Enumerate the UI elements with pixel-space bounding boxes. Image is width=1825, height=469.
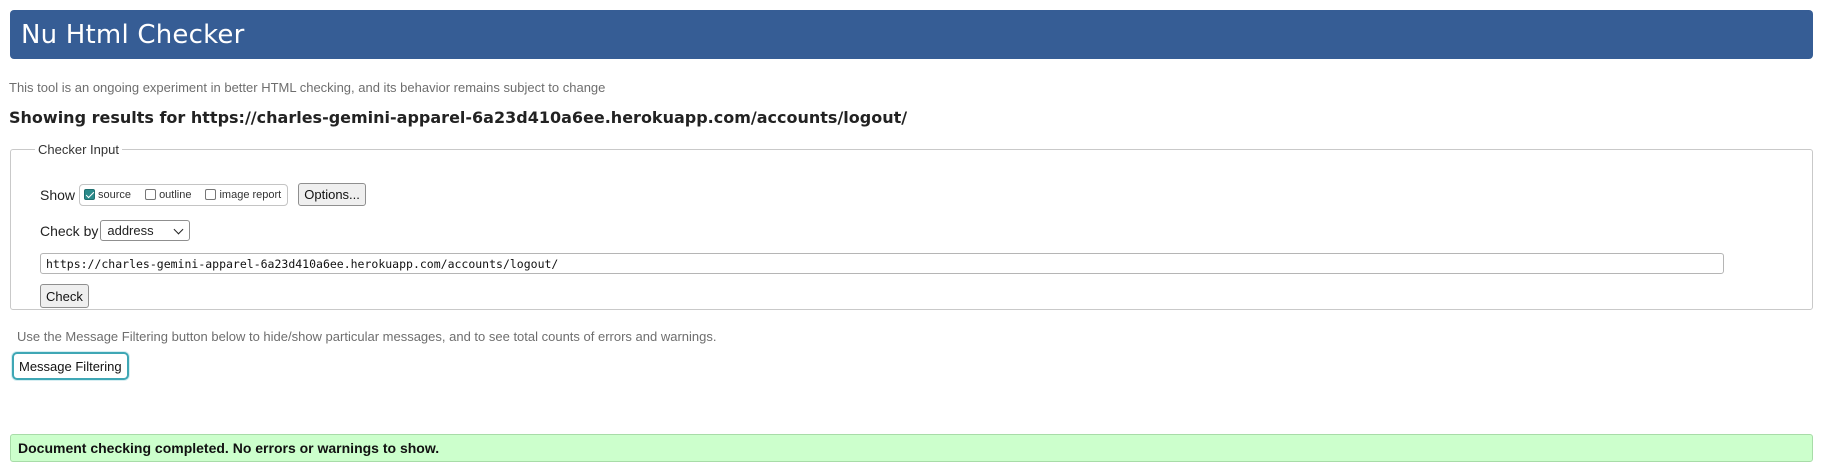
check-by-label: Check by — [40, 222, 99, 239]
source-checkbox[interactable] — [84, 189, 96, 200]
message-filtering-note: Use the Message Filtering button below t… — [17, 329, 717, 344]
show-label: Show — [40, 186, 76, 203]
page: Nu Html Checker This tool is an ongoing … — [0, 0, 1825, 469]
outline-checkbox[interactable] — [145, 189, 157, 200]
check-by-select[interactable]: address — [100, 220, 191, 241]
show-options-group: source outline image report — [79, 183, 289, 206]
check-by-row: Check by address — [40, 220, 191, 241]
chevron-down-icon — [173, 224, 184, 234]
checker-input-fieldset: Checker Input Show source outline image … — [10, 142, 1813, 310]
status-success-message: Document checking completed. No errors o… — [10, 434, 1813, 462]
show-row: Show source outline image report Options… — [40, 183, 366, 206]
outline-option-label: outline — [159, 188, 192, 201]
results-heading: Showing results for https://charles-gemi… — [9, 108, 907, 127]
checker-input-legend: Checker Input — [38, 142, 119, 157]
show-outline-option[interactable]: outline — [145, 189, 191, 201]
check-button[interactable]: Check — [40, 284, 89, 308]
source-option-label: source — [98, 188, 132, 201]
image-report-checkbox[interactable] — [205, 189, 217, 200]
results-prefix: Showing results for — [9, 108, 191, 127]
options-button[interactable]: Options... — [298, 183, 366, 206]
header-banner: Nu Html Checker — [10, 10, 1813, 59]
check-by-selected-value: address — [107, 223, 154, 238]
message-filtering-button[interactable]: Message Filtering — [12, 352, 129, 380]
results-url: https://charles-gemini-apparel-6a23d410a… — [190, 108, 908, 127]
image-report-option-label: image report — [219, 188, 282, 201]
app-title: Nu Html Checker — [21, 19, 245, 50]
show-source-option[interactable]: source — [84, 189, 131, 201]
intro-text: This tool is an ongoing experiment in be… — [9, 80, 606, 95]
show-image-report-option[interactable]: image report — [205, 189, 281, 201]
document-url-input[interactable]: https://charles-gemini-apparel-6a23d410a… — [40, 253, 1724, 274]
